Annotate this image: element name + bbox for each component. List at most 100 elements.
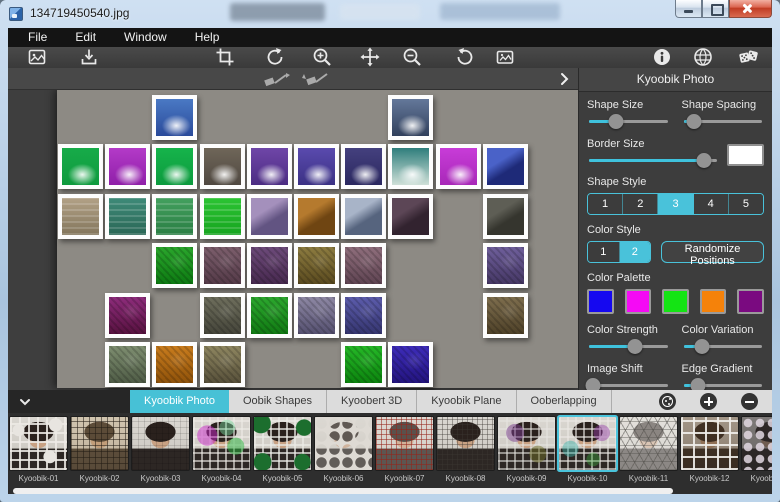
canvas[interactable] (57, 90, 578, 388)
rotate-left-icon[interactable] (263, 46, 287, 68)
zoom-out-icon[interactable] (400, 46, 424, 68)
photo-tile[interactable] (200, 243, 245, 288)
palette-swatch-3[interactable] (662, 289, 689, 314)
shape-style-option-5[interactable]: 5 (729, 194, 763, 214)
photo-tile[interactable] (483, 293, 528, 338)
photo-tile[interactable] (294, 243, 339, 288)
photo-tile[interactable] (105, 342, 150, 387)
menu-item-help[interactable]: Help (183, 28, 232, 47)
photo-tile[interactable] (388, 194, 433, 239)
photo-tile[interactable] (483, 144, 528, 189)
photo-tile[interactable] (294, 293, 339, 338)
zoom-in-icon[interactable] (310, 46, 334, 68)
title-bar[interactable]: 134719450540.jpg (0, 0, 780, 28)
photo-tile[interactable] (388, 144, 433, 189)
rotate-right-icon[interactable] (453, 46, 477, 68)
preset-kyoobik-01[interactable]: Kyoobik-01 (10, 417, 67, 483)
preset-kyoobik-13[interactable]: Kyoobik-13 (742, 417, 772, 483)
photo-tile[interactable] (388, 342, 433, 387)
shape-spacing-slider[interactable]: Shape Spacing (682, 97, 765, 136)
tilt-left-icon[interactable] (262, 71, 292, 92)
shape-style-option-2[interactable]: 2 (623, 194, 658, 214)
preset-kyoobik-07[interactable]: Kyoobik-07 (376, 417, 433, 483)
photo-tile[interactable] (58, 194, 103, 239)
export-image-icon[interactable] (493, 46, 517, 68)
photo-tile[interactable] (341, 293, 386, 338)
collapse-panel-chevron[interactable] (8, 390, 42, 413)
preset-kyoobik-02[interactable]: Kyoobik-02 (71, 417, 128, 483)
photo-tile[interactable] (341, 342, 386, 387)
photo-tile[interactable] (294, 144, 339, 189)
photo-tile[interactable] (341, 194, 386, 239)
palette-swatch-1[interactable] (587, 289, 614, 314)
slider-thumb[interactable] (697, 153, 712, 168)
crop-icon[interactable] (213, 46, 237, 68)
minimize-button[interactable] (675, 0, 702, 18)
photo-tile[interactable] (388, 95, 433, 140)
edge-gradient-slider[interactable]: Edge Gradient (682, 361, 765, 390)
preset-kyoobik-11[interactable]: Kyoobik-11 (620, 417, 677, 483)
photo-tile[interactable] (247, 293, 292, 338)
slider-thumb[interactable] (694, 339, 709, 354)
slider-thumb[interactable] (686, 114, 701, 129)
close-button[interactable] (729, 0, 772, 18)
photo-tile[interactable] (247, 243, 292, 288)
preset-kyoobik-10[interactable]: Kyoobik-10 (559, 417, 616, 483)
shape-style-option-1[interactable]: 1 (588, 194, 623, 214)
photo-tile[interactable] (200, 293, 245, 338)
add-preset-button[interactable] (700, 393, 717, 410)
tilt-right-icon[interactable] (300, 71, 330, 92)
photo-tile[interactable] (483, 243, 528, 288)
photo-tile[interactable] (152, 194, 197, 239)
shape-style-option-4[interactable]: 4 (694, 194, 729, 214)
preset-kyoobik-06[interactable]: Kyoobik-06 (315, 417, 372, 483)
slider-thumb[interactable] (608, 114, 623, 129)
color-strength-slider[interactable]: Color Strength (587, 322, 670, 361)
photo-tile[interactable] (436, 144, 481, 189)
photo-tile[interactable] (200, 194, 245, 239)
randomize-positions-button[interactable]: Randomize Positions (661, 241, 764, 263)
photo-tile[interactable] (483, 194, 528, 239)
panel-toggle-chevron[interactable] (556, 71, 572, 87)
shape-size-slider[interactable]: Shape Size (587, 97, 670, 136)
slider-thumb[interactable] (627, 339, 642, 354)
photo-tile[interactable] (58, 144, 103, 189)
photo-tile[interactable] (152, 144, 197, 189)
move-icon[interactable] (358, 46, 382, 68)
menu-item-edit[interactable]: Edit (63, 28, 108, 47)
info-icon[interactable] (650, 46, 674, 68)
menu-item-window[interactable]: Window (112, 28, 179, 47)
color-variation-slider[interactable]: Color Variation (682, 322, 765, 361)
photo-tile[interactable] (152, 342, 197, 387)
shape-style-option-3[interactable]: 3 (658, 194, 693, 214)
palette-swatch-5[interactable] (737, 289, 764, 314)
sphere-icon[interactable] (691, 46, 715, 68)
image-shift-slider[interactable]: Image Shift (587, 361, 670, 390)
photo-tile[interactable] (105, 293, 150, 338)
preset-kyoobik-04[interactable]: Kyoobik-04 (193, 417, 250, 483)
photo-tile[interactable] (247, 144, 292, 189)
border-color-swatch[interactable] (727, 144, 764, 166)
photo-tile[interactable] (105, 144, 150, 189)
menu-item-file[interactable]: File (16, 28, 59, 47)
photo-tile[interactable] (247, 194, 292, 239)
slider-thumb[interactable] (585, 378, 600, 390)
photo-tile[interactable] (294, 194, 339, 239)
photo-tile[interactable] (105, 194, 150, 239)
preset-kyoobik-03[interactable]: Kyoobik-03 (132, 417, 189, 483)
new-image-icon[interactable] (25, 46, 49, 68)
preset-kyoobik-12[interactable]: Kyoobik-12 (681, 417, 738, 483)
preset-kyoobik-05[interactable]: Kyoobik-05 (254, 417, 311, 483)
tab-ooberlapping[interactable]: Ooberlapping (517, 390, 612, 413)
photo-tile[interactable] (152, 95, 197, 140)
photo-tile[interactable] (341, 144, 386, 189)
photo-tile[interactable] (200, 144, 245, 189)
tab-kyoobert-3d[interactable]: Kyoobert 3D (327, 390, 417, 413)
palette-swatch-2[interactable] (625, 289, 652, 314)
palette-swatch-4[interactable] (700, 289, 727, 314)
slider-thumb[interactable] (690, 378, 705, 390)
maximize-button[interactable] (702, 0, 729, 18)
preset-scrollbar[interactable] (13, 488, 673, 494)
color-style-option-2[interactable]: 2 (620, 242, 651, 262)
import-icon[interactable] (77, 46, 101, 68)
